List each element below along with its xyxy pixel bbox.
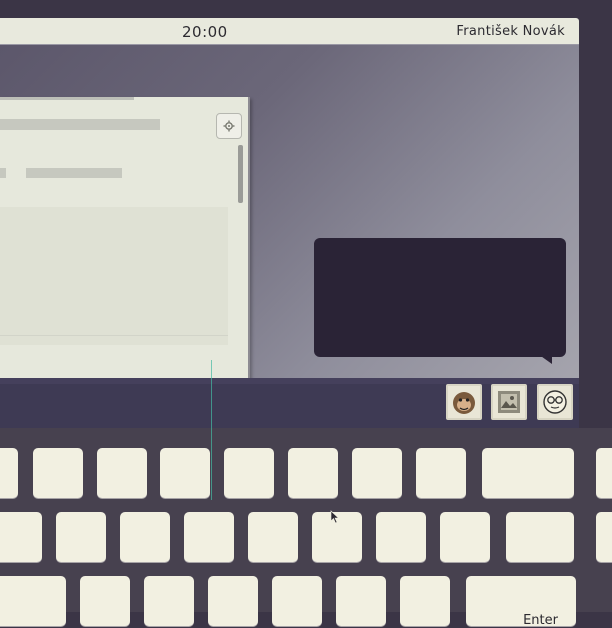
bubble-tail [538, 354, 552, 364]
keyboard-key[interactable] [97, 448, 147, 498]
keyboard-key[interactable] [596, 512, 612, 562]
window-title-placeholder [0, 119, 160, 130]
on-screen-keyboard: Enter [0, 428, 612, 628]
keyboard-key[interactable] [416, 448, 466, 498]
user-menu[interactable]: František Novák [456, 24, 565, 39]
keyboard-key[interactable] [184, 512, 234, 562]
photo-icon [498, 391, 520, 413]
keyboard-key[interactable] [400, 576, 450, 626]
app-window[interactable] [0, 97, 250, 405]
clock[interactable]: 20:00 [182, 23, 228, 41]
nerd-face-icon [543, 390, 567, 414]
window-text-placeholder [0, 168, 6, 178]
photo-avatar-icon[interactable] [491, 384, 527, 420]
keyboard-key[interactable] [80, 576, 130, 626]
keyboard-key[interactable] [352, 448, 402, 498]
panel-divider [0, 335, 228, 336]
keyboard-key[interactable] [248, 512, 298, 562]
keyboard-key[interactable] [56, 512, 106, 562]
enter-key[interactable]: Enter [466, 576, 576, 628]
keyboard-key[interactable] [336, 576, 386, 626]
keyboard-key[interactable] [272, 576, 322, 626]
enter-key-label: Enter [523, 613, 558, 628]
window-content-panel [0, 207, 228, 345]
monkey-face-icon [453, 392, 475, 414]
keyboard-key[interactable] [288, 448, 338, 498]
keyboard-key[interactable] [208, 576, 258, 626]
keyboard-key[interactable] [440, 512, 490, 562]
keyboard-key[interactable] [0, 448, 18, 498]
window-scrollbar[interactable] [238, 145, 243, 203]
top-panel: 20:00 František Novák [0, 18, 579, 44]
keyboard-key[interactable] [160, 448, 210, 498]
keyboard-key[interactable] [33, 448, 83, 498]
window-text-placeholder [26, 168, 122, 178]
mouse-pointer-icon [330, 510, 340, 524]
keyboard-key[interactable] [596, 448, 612, 498]
backspace-key[interactable] [482, 448, 574, 498]
keyboard-key[interactable] [506, 512, 574, 562]
caps-key[interactable] [0, 576, 66, 626]
notification-bubble [314, 238, 566, 357]
monkey-avatar-icon[interactable] [446, 384, 482, 420]
tab-key[interactable] [0, 512, 42, 562]
window-tab-indicator [0, 97, 134, 100]
keyboard-key[interactable] [376, 512, 426, 562]
keyboard-key[interactable] [144, 576, 194, 626]
window-settings-button[interactable] [216, 113, 242, 139]
gear-icon [223, 120, 235, 132]
glasses-face-icon[interactable] [537, 384, 573, 420]
text-cursor-guide [211, 360, 212, 500]
keyboard-key[interactable] [224, 448, 274, 498]
keyboard-key[interactable] [120, 512, 170, 562]
